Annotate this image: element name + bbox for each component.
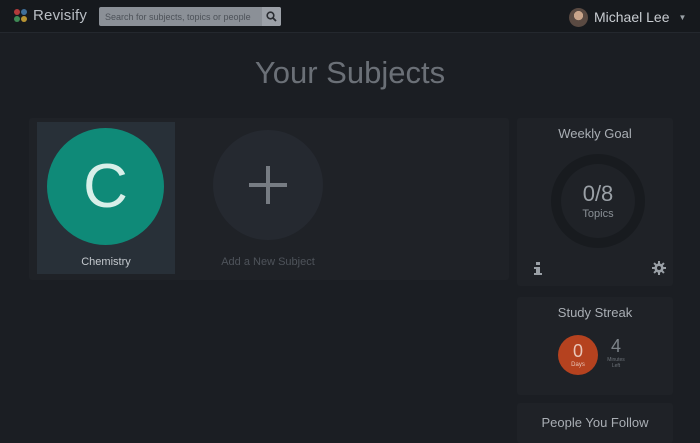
- streak-minutes-label: Minutes Left: [607, 357, 625, 369]
- add-subject-circle: [213, 130, 323, 240]
- streak-minutes-value: 4: [610, 336, 621, 356]
- weekly-goal-count: 0/8: [582, 180, 614, 206]
- caret-down-icon: ▼: [678, 12, 687, 22]
- weekly-goal-card: Weekly Goal 0/8 Topics: [517, 118, 673, 286]
- revisify-logo-icon[interactable]: [13, 8, 30, 25]
- search-button[interactable]: [262, 7, 281, 26]
- info-icon[interactable]: [533, 262, 543, 276]
- search-input[interactable]: [99, 7, 262, 26]
- add-subject-button[interactable]: Add a New Subject: [199, 122, 337, 274]
- top-navigation-bar: Revisify Michael Lee ▼: [0, 0, 700, 33]
- user-menu[interactable]: Michael Lee ▼: [569, 6, 686, 28]
- add-subject-label: Add a New Subject: [221, 256, 315, 268]
- search-bar: [99, 7, 281, 26]
- study-streak-card: Study Streak 0 Days 4 Minutes Left: [517, 297, 673, 395]
- weekly-goal-unit: Topics: [582, 207, 614, 220]
- subject-name: Chemistry: [81, 256, 131, 268]
- brand-name[interactable]: Revisify: [33, 7, 87, 24]
- user-name: Michael Lee: [594, 9, 670, 25]
- streak-days-value: 0: [572, 341, 583, 361]
- people-you-follow-title: People You Follow: [541, 415, 649, 430]
- streak-minutes-left: 4 Minutes Left: [603, 337, 629, 369]
- weekly-goal-progress-ring: 0/8 Topics: [551, 154, 645, 248]
- people-you-follow-card: People You Follow: [517, 403, 673, 443]
- study-streak-title: Study Streak: [557, 305, 633, 320]
- subject-card-chemistry[interactable]: C Chemistry: [37, 122, 175, 274]
- streak-days-badge: 0 Days: [558, 335, 598, 375]
- weekly-goal-title: Weekly Goal: [558, 126, 632, 141]
- gear-icon[interactable]: [652, 261, 666, 275]
- search-icon: [266, 11, 277, 22]
- subject-avatar: C: [47, 128, 164, 245]
- avatar[interactable]: [569, 7, 588, 27]
- page-title: Your Subjects: [254, 55, 446, 90]
- subject-letter: C: [83, 152, 128, 221]
- streak-days-label: Days: [571, 362, 585, 368]
- subjects-panel: C Chemistry Add a New Subject: [29, 118, 509, 280]
